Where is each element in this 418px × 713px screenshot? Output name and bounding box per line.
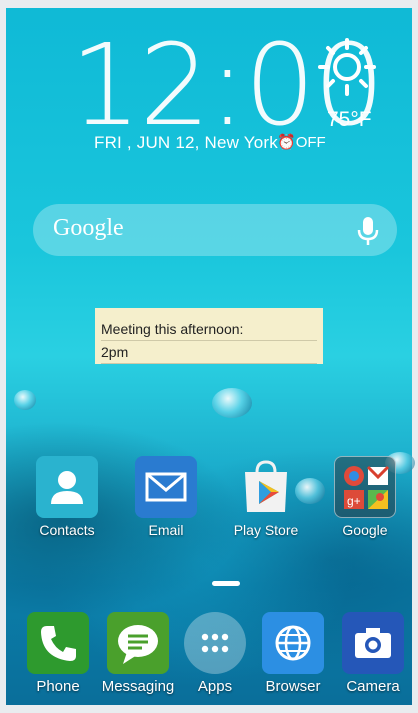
app-email[interactable]: Email <box>124 456 208 538</box>
alarm-label: OFF <box>295 134 326 151</box>
memo-widget[interactable]: Meeting this afternoon: 2pm <box>95 308 323 364</box>
memo-line-2: 2pm <box>101 341 317 364</box>
app-contacts[interactable]: Contacts <box>25 456 109 538</box>
screen-frame-bottom <box>0 705 418 713</box>
dock-apps[interactable]: Apps <box>173 612 257 695</box>
camera-icon <box>342 612 404 674</box>
messaging-icon <box>107 612 169 674</box>
browser-icon <box>262 612 324 674</box>
dock-label-browser: Browser <box>265 678 321 695</box>
google-folder-icon: g+ <box>334 456 396 518</box>
svg-text:g+: g+ <box>347 494 361 508</box>
page-indicator[interactable] <box>212 581 240 586</box>
app-label-play-store: Play Store <box>233 522 299 538</box>
mic-icon[interactable] <box>357 216 379 246</box>
dock-browser[interactable]: Browser <box>251 612 335 695</box>
phone-icon <box>27 612 89 674</box>
dock-label-camera: Camera <box>346 678 400 695</box>
app-label-contacts: Contacts <box>39 522 95 538</box>
temperature: 75°F <box>327 108 372 131</box>
screen-frame-top <box>0 0 418 8</box>
dock-camera[interactable]: Camera <box>331 612 415 695</box>
app-play-store[interactable]: Play Store <box>224 456 308 538</box>
alarm-status[interactable]: ⏰OFF <box>277 133 326 151</box>
alarm-clock-icon: ⏰ <box>277 134 296 151</box>
water-drop <box>212 388 252 418</box>
app-label-email: Email <box>148 522 184 538</box>
sun-icon[interactable] <box>318 38 376 96</box>
dock-phone[interactable]: Phone <box>16 612 100 695</box>
apps-icon <box>184 612 246 674</box>
app-google-folder[interactable]: g+ Google <box>323 456 407 538</box>
app-label-google: Google <box>342 522 388 538</box>
google-search-bar[interactable]: Google <box>33 204 397 256</box>
water-drop <box>14 390 36 410</box>
play-store-icon <box>235 456 297 518</box>
clock-date-location: FRI , JUN 12, New York <box>94 133 278 152</box>
screen-frame-right <box>412 0 418 713</box>
search-label: Google <box>53 215 124 241</box>
dock-label-messaging: Messaging <box>101 678 175 695</box>
contacts-icon <box>36 456 98 518</box>
dock-messaging[interactable]: Messaging <box>96 612 180 695</box>
memo-line-1: Meeting this afternoon: <box>101 318 317 341</box>
email-icon <box>135 456 197 518</box>
screen-frame-left <box>0 0 6 713</box>
dock-label-phone: Phone <box>36 678 80 695</box>
dock-label-apps: Apps <box>197 678 233 695</box>
